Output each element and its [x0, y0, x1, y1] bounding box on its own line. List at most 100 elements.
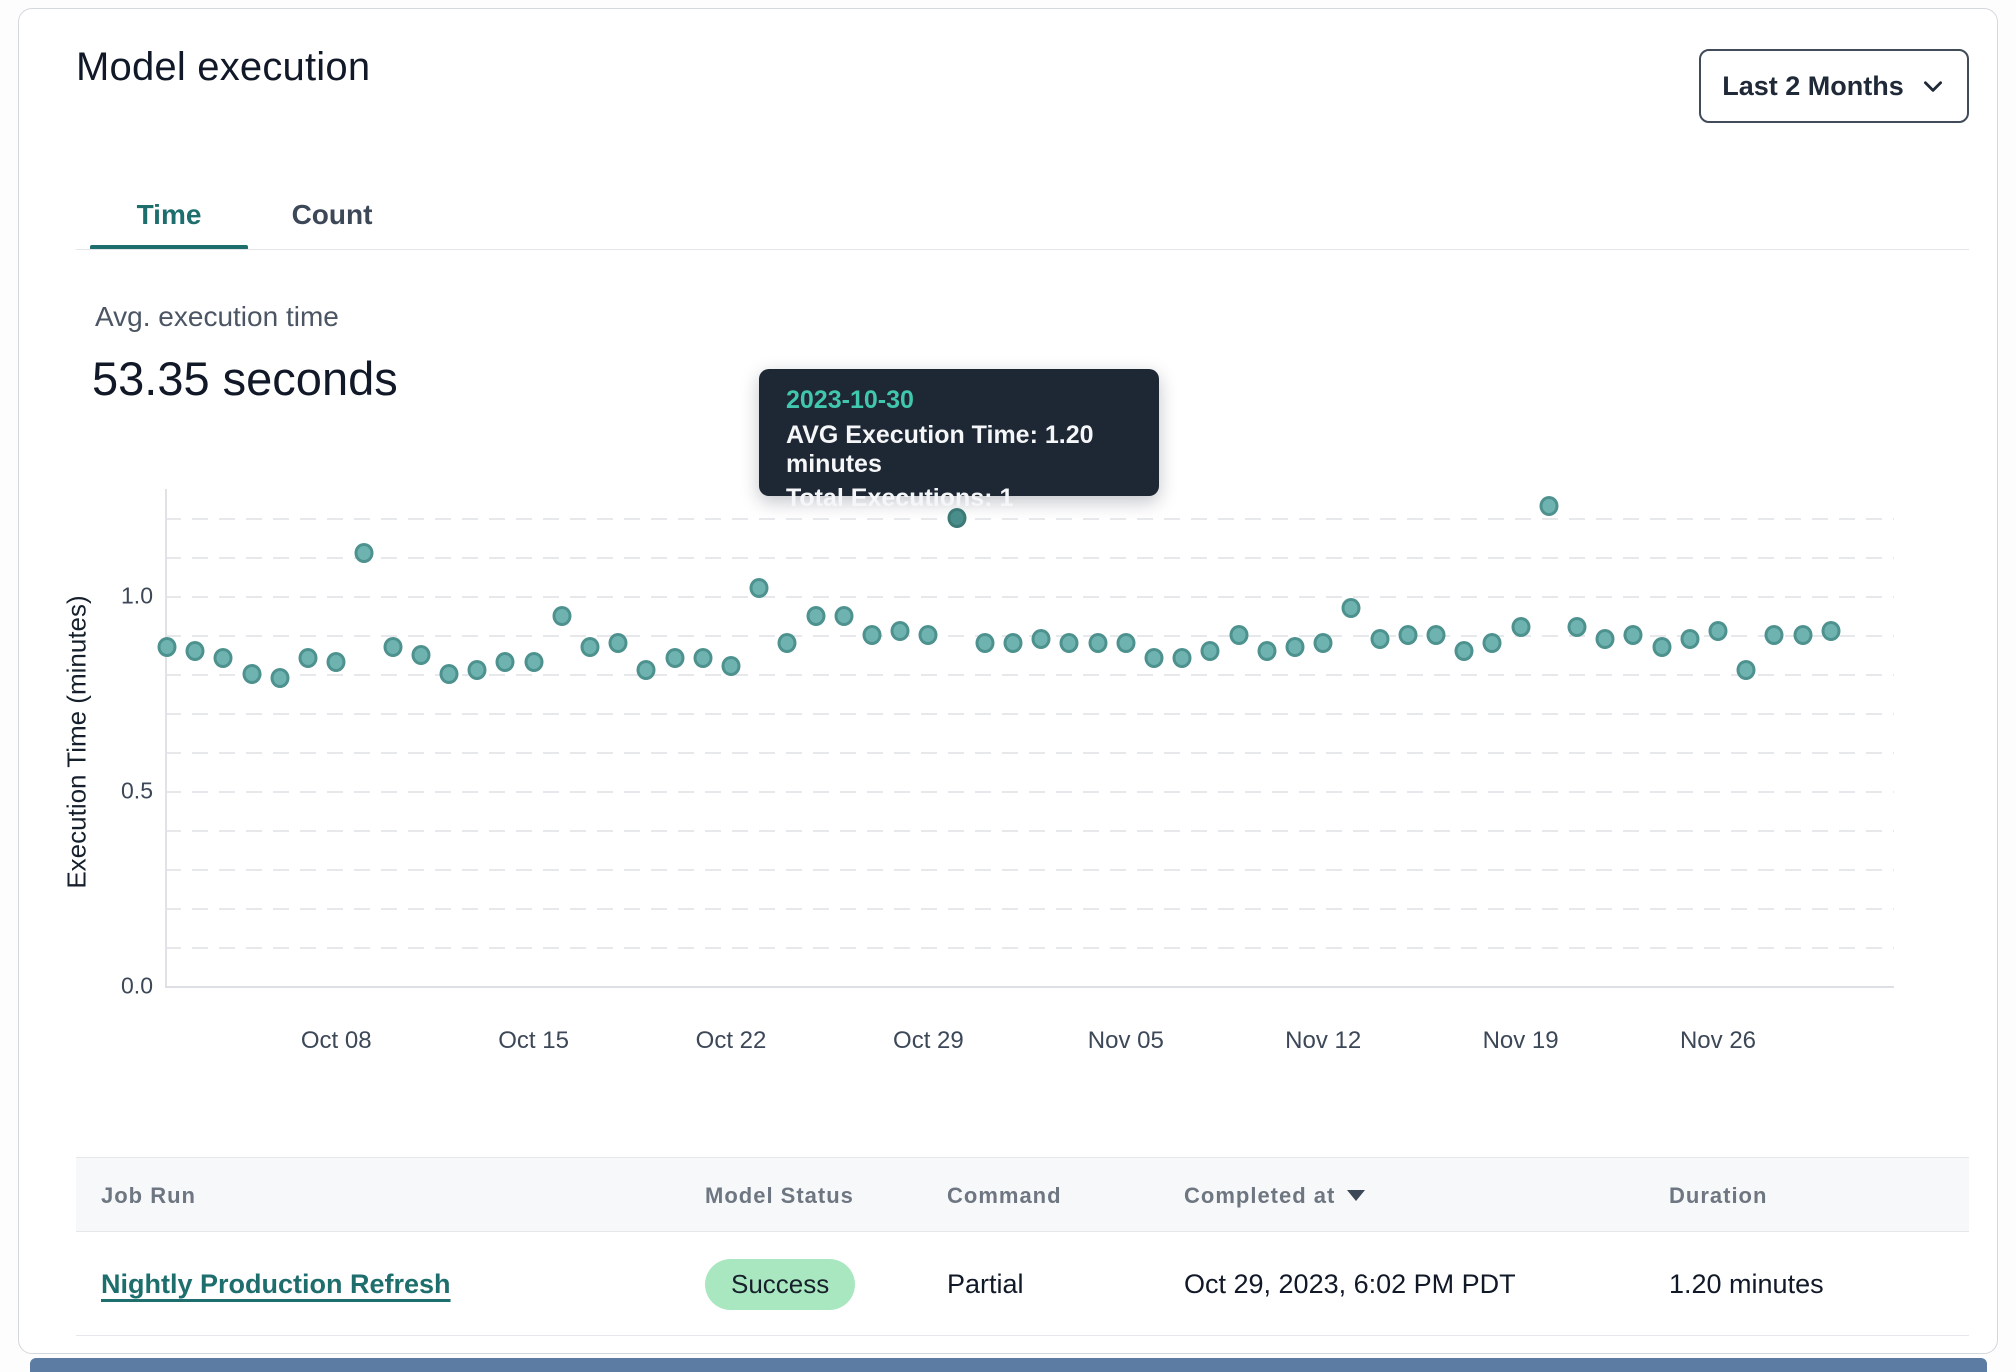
data-point[interactable] — [722, 656, 741, 676]
data-point[interactable] — [1370, 629, 1389, 649]
data-point[interactable] — [552, 606, 571, 626]
data-point[interactable] — [1145, 648, 1164, 668]
dashboard-page: Model execution Last 2 Months Time Count… — [0, 0, 2016, 1372]
x-tick-label: Oct 15 — [498, 1027, 569, 1055]
data-point[interactable] — [806, 606, 825, 626]
data-point[interactable] — [1229, 625, 1248, 645]
data-point[interactable] — [665, 648, 684, 668]
sort-descending-icon — [1347, 1190, 1365, 1201]
data-point[interactable] — [270, 668, 289, 688]
tabs-divider — [76, 249, 1969, 250]
data-point[interactable] — [1821, 621, 1840, 641]
data-point[interactable] — [158, 637, 177, 657]
data-point[interactable] — [1116, 633, 1135, 653]
data-point[interactable] — [863, 625, 882, 645]
data-point[interactable] — [1596, 629, 1615, 649]
data-point[interactable] — [1342, 598, 1361, 618]
data-point[interactable] — [186, 641, 205, 661]
data-point[interactable] — [919, 625, 938, 645]
data-point[interactable] — [778, 633, 797, 653]
x-tick-label: Oct 08 — [301, 1027, 372, 1055]
data-point[interactable] — [524, 652, 543, 672]
tooltip-date: 2023-10-30 — [786, 386, 1159, 415]
data-point[interactable] — [834, 606, 853, 626]
tab-count[interactable]: Count — [248, 185, 416, 245]
avg-execution-time-label: Avg. execution time — [95, 301, 339, 333]
data-point[interactable] — [1539, 496, 1558, 516]
data-point[interactable] — [1060, 633, 1079, 653]
data-point[interactable] — [1483, 633, 1502, 653]
data-point[interactable] — [1680, 629, 1699, 649]
data-point[interactable] — [1793, 625, 1812, 645]
date-range-value: Last 2 Months — [1722, 71, 1904, 102]
data-point[interactable] — [1568, 617, 1587, 637]
data-point[interactable] — [1201, 641, 1220, 661]
gridline — [165, 596, 1894, 598]
x-tick-label: Nov 05 — [1088, 1027, 1164, 1055]
x-tick-label: Oct 29 — [893, 1027, 964, 1055]
y-tick-label: 0.0 — [91, 973, 153, 1000]
column-header-model-status[interactable]: Model Status — [705, 1158, 854, 1233]
gridline — [165, 908, 1894, 910]
data-point[interactable] — [496, 652, 515, 672]
data-point[interactable] — [891, 621, 910, 641]
data-point[interactable] — [637, 660, 656, 680]
data-point[interactable] — [411, 645, 430, 665]
data-point[interactable] — [581, 637, 600, 657]
data-point[interactable] — [468, 660, 487, 680]
gridline — [165, 830, 1894, 832]
data-point[interactable] — [1511, 617, 1530, 637]
tooltip-total-line: Total Executions: 1 — [786, 484, 1159, 513]
data-point[interactable] — [1427, 625, 1446, 645]
job-run-link[interactable]: Nightly Production Refresh — [101, 1269, 451, 1300]
data-point[interactable] — [355, 543, 374, 563]
page-title: Model execution — [76, 45, 370, 90]
model-execution-card: Model execution Last 2 Months Time Count… — [18, 8, 1998, 1354]
gridline — [165, 557, 1894, 559]
data-point[interactable] — [214, 648, 233, 668]
y-tick-label: 1.0 — [91, 583, 153, 610]
data-point[interactable] — [1004, 633, 1023, 653]
data-point[interactable] — [1709, 621, 1728, 641]
tab-time[interactable]: Time — [90, 185, 248, 245]
chart-tooltip: 2023-10-30 AVG Execution Time: 1.20 minu… — [759, 369, 1159, 496]
date-range-dropdown[interactable]: Last 2 Months — [1699, 49, 1969, 123]
data-point[interactable] — [1398, 625, 1417, 645]
column-header-duration[interactable]: Duration — [1669, 1158, 1767, 1233]
column-header-job-run[interactable]: Job Run — [101, 1158, 196, 1233]
data-point[interactable] — [299, 648, 318, 668]
model-status-cell: Success — [705, 1232, 855, 1336]
data-point[interactable] — [440, 664, 459, 684]
data-point[interactable] — [1257, 641, 1276, 661]
data-point[interactable] — [1286, 637, 1305, 657]
data-point[interactable] — [1032, 629, 1051, 649]
tooltip-avg-line: AVG Execution Time: 1.20 minutes — [786, 421, 1159, 479]
data-point[interactable] — [693, 648, 712, 668]
data-point[interactable] — [1088, 633, 1107, 653]
data-point[interactable] — [750, 578, 769, 598]
y-tick-label: 0.5 — [91, 778, 153, 805]
data-point[interactable] — [383, 637, 402, 657]
x-axis-line — [165, 986, 1894, 988]
data-point[interactable] — [1737, 660, 1756, 680]
data-point[interactable] — [1314, 633, 1333, 653]
column-header-completed-at[interactable]: Completed at — [1184, 1158, 1365, 1233]
chevron-down-icon — [1920, 73, 1946, 99]
data-point[interactable] — [1624, 625, 1643, 645]
data-point[interactable] — [1652, 637, 1671, 657]
chart-tabs: Time Count — [90, 185, 416, 245]
job-run-cell: Nightly Production Refresh — [101, 1232, 451, 1336]
x-tick-label: Nov 26 — [1680, 1027, 1756, 1055]
gridline — [165, 752, 1894, 754]
data-point[interactable] — [1765, 625, 1784, 645]
data-point[interactable] — [975, 633, 994, 653]
data-point[interactable] — [1173, 648, 1192, 668]
data-point[interactable] — [327, 652, 346, 672]
data-point[interactable] — [242, 664, 261, 684]
data-point[interactable] — [609, 633, 628, 653]
column-header-command[interactable]: Command — [947, 1158, 1062, 1233]
data-point[interactable] — [947, 508, 966, 528]
completed-at-cell: Oct 29, 2023, 6:02 PM PDT — [1184, 1232, 1516, 1336]
table-row: Nightly Production Refresh Success Parti… — [76, 1232, 1969, 1336]
data-point[interactable] — [1455, 641, 1474, 661]
